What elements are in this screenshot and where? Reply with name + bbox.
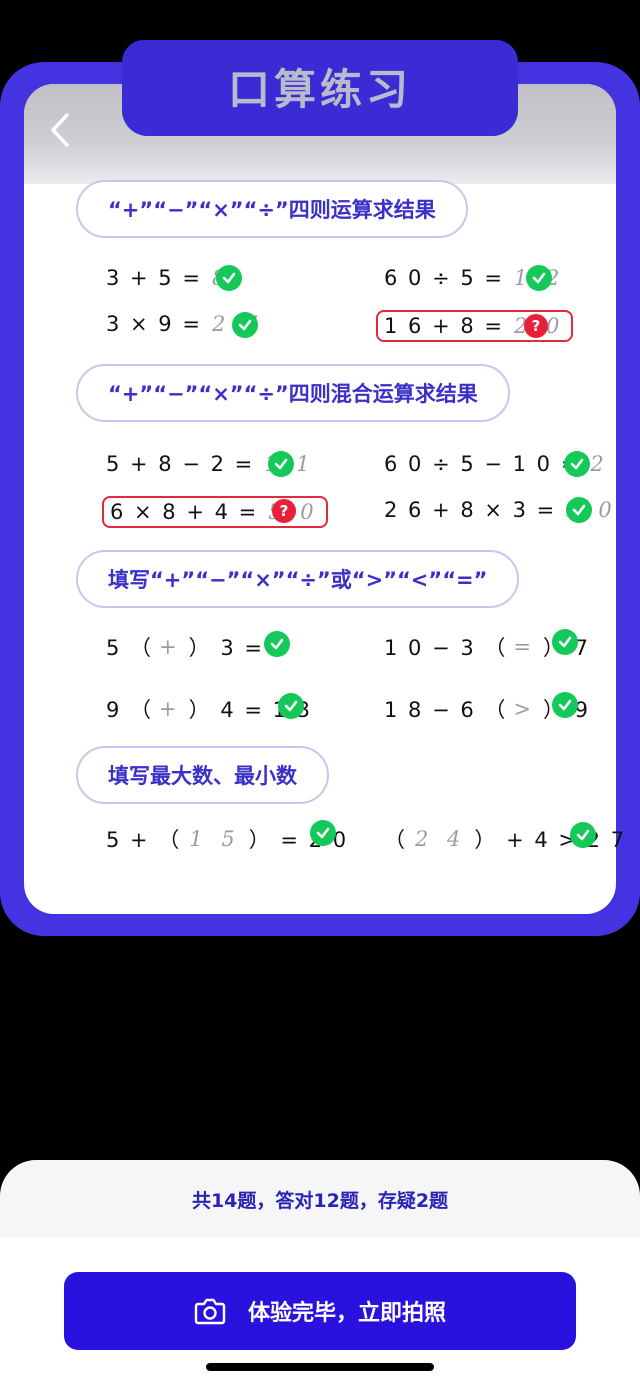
problem-left: 5 + （ xyxy=(106,828,182,852)
problem-right: ） + 4 > 2 7 xyxy=(474,828,627,852)
problem-item: 5 （ + ） 3 = 8 xyxy=(106,632,288,662)
title-tab: 口算练习 xyxy=(122,40,518,136)
section-title: 填写最大数、最小数 xyxy=(76,746,329,804)
problem-expression: 6 × 8 + 4 = xyxy=(110,500,259,524)
home-indicator xyxy=(206,1363,434,1371)
correct-check-icon xyxy=(278,693,304,719)
section-title: “+”“−”“×”“÷”四则运算求结果 xyxy=(76,180,468,238)
problem-expression: 5 + 8 − 2 = xyxy=(106,452,255,476)
correct-check-icon xyxy=(570,822,596,848)
problem-left: 9 （ xyxy=(106,698,154,722)
correct-check-icon xyxy=(552,692,578,718)
problem-expression: 6 0 ÷ 5 − 1 0 = xyxy=(384,452,581,476)
page-title: 口算练习 xyxy=(227,65,412,114)
problem-expression: 6 0 ÷ 5 = xyxy=(384,266,504,290)
correct-check-icon xyxy=(526,265,552,291)
handwritten-answer: = xyxy=(513,635,537,659)
handwritten-answer: 1 5 xyxy=(189,827,241,851)
correct-check-icon xyxy=(232,312,258,338)
problem-item: 3 + 5 = 8 xyxy=(106,266,231,290)
problem-left: 5 （ xyxy=(106,636,154,660)
problem-expression: 3 + 5 = xyxy=(106,266,202,290)
section-title: “+”“−”“×”“÷”四则混合运算求结果 xyxy=(76,364,510,422)
handwritten-answer: + xyxy=(159,635,183,659)
problem-left: （ xyxy=(384,828,407,852)
correct-check-icon xyxy=(564,451,590,477)
section-title: 填写“+”“−”“×”“÷”或“>”“<”“=” xyxy=(76,550,520,608)
handwritten-answer: > xyxy=(513,697,537,721)
camera-icon xyxy=(194,1298,226,1325)
take-photo-label: 体验完毕，立即拍照 xyxy=(247,1301,446,1326)
problem-expression: 3 × 9 = xyxy=(106,312,202,336)
handwritten-answer: 2 4 xyxy=(415,827,467,851)
back-button[interactable] xyxy=(40,108,80,152)
correct-check-icon xyxy=(310,820,336,846)
result-summary: 共14题，答对12题，存疑2题 xyxy=(191,1190,449,1212)
handwritten-answer: 2 xyxy=(590,452,610,476)
correct-check-icon xyxy=(264,631,290,657)
take-photo-button[interactable]: 体验完毕，立即拍照 xyxy=(64,1272,576,1350)
problem-left: 1 8 − 6 （ xyxy=(384,698,508,722)
correct-check-icon xyxy=(216,265,242,291)
correct-check-icon xyxy=(552,629,578,655)
correct-check-icon xyxy=(566,497,592,523)
question-mark-icon: ? xyxy=(524,314,548,338)
problem-expression: 2 6 + 8 × 3 = xyxy=(384,498,557,522)
correct-check-icon xyxy=(268,451,294,477)
problem-left: 1 0 − 3 （ xyxy=(384,636,508,660)
chevron-left-icon xyxy=(51,113,69,147)
handwritten-answer: + xyxy=(159,697,183,721)
question-mark-icon: ? xyxy=(272,499,296,523)
problem-expression: 1 6 + 8 = xyxy=(384,314,504,338)
